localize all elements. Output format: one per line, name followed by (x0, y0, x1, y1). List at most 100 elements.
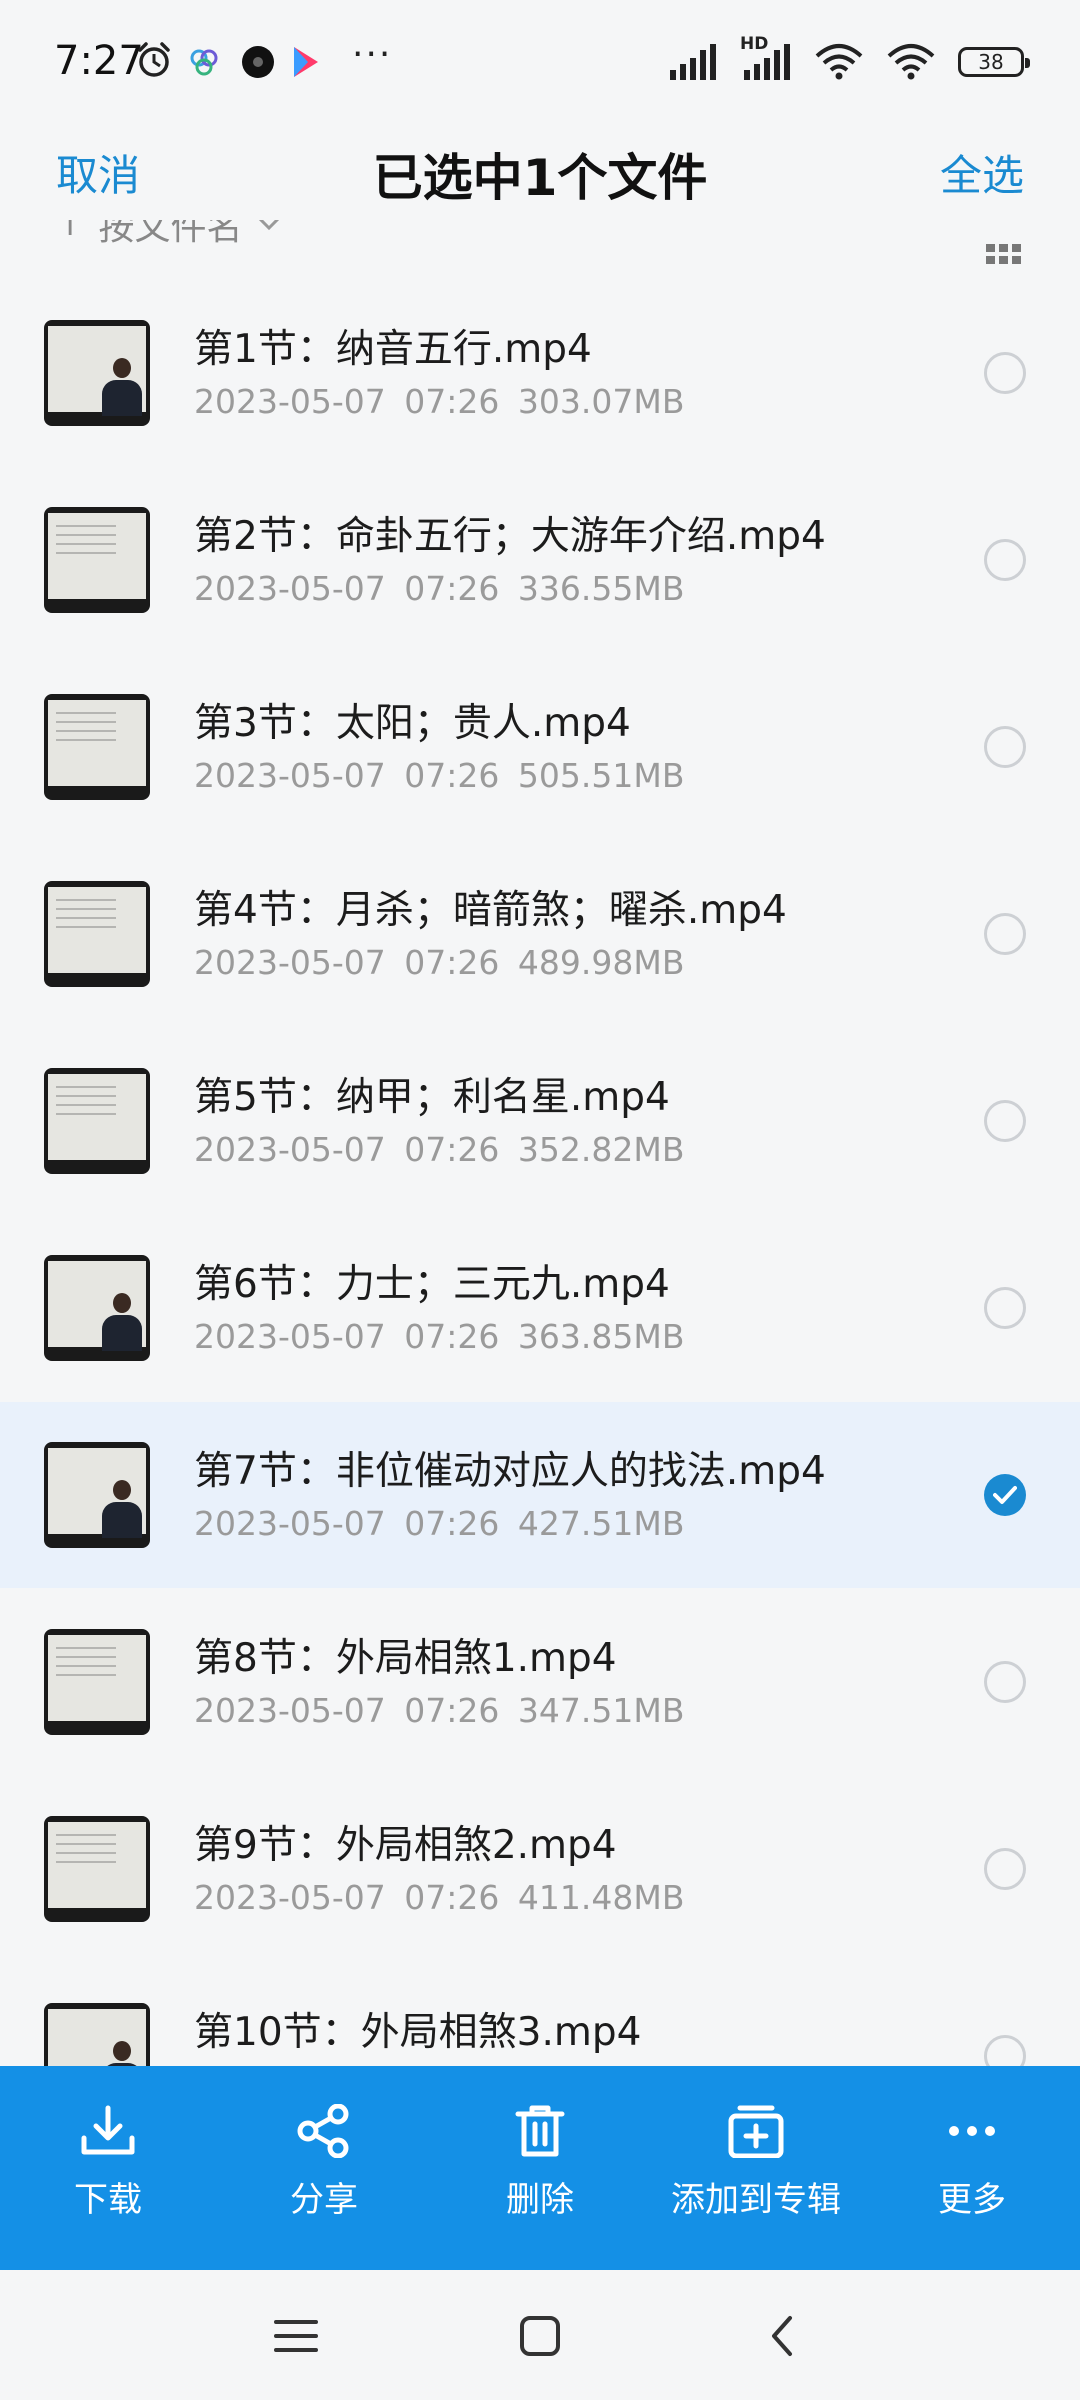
app-notification-icon (190, 49, 218, 76)
file-time: 07:26 (404, 1130, 500, 1169)
file-meta: 2023-05-07 07:26 505.51MB (194, 756, 684, 795)
video-thumbnail (44, 1068, 150, 1174)
file-time: 07:26 (404, 382, 500, 421)
file-size: 336.55MB (517, 569, 685, 608)
trash-icon (515, 2105, 565, 2157)
file-time: 07:26 (404, 756, 500, 795)
file-item[interactable]: 第9节：外局相煞2.mp4 2023-05-07 07:26 411.48MB (0, 1776, 1080, 1962)
video-thumbnail (44, 320, 150, 426)
file-date: 2023-05-07 (194, 756, 386, 795)
file-date: 2023-05-07 (194, 943, 386, 982)
delete-label: 删除 (506, 2180, 574, 2220)
file-name: 第10节：外局相煞3.mp4 (194, 2010, 642, 2055)
file-date: 2023-05-07 (194, 1317, 386, 1356)
file-date: 2023-05-07 (194, 1130, 386, 1169)
select-checkbox[interactable] (984, 913, 1026, 955)
grid-view-icon[interactable] (986, 242, 1022, 266)
file-meta: 2023-05-07 07:26 336.55MB (194, 569, 684, 608)
status-time: 7:27 (54, 38, 144, 84)
file-date: 2023-05-07 (194, 569, 386, 608)
file-meta: 2023-05-07 07:26 427.51MB (194, 1504, 684, 1543)
chevron-down-icon (258, 220, 279, 231)
video-thumbnail (44, 1629, 150, 1735)
video-app-icon (294, 47, 318, 77)
select-checkbox-checked[interactable] (984, 1474, 1026, 1516)
screen: 7:27 ··· HD 38 取消 已选中1个文件 全选 ↑ 按文件名 第1节：… (0, 0, 1080, 2400)
file-size: 427.51MB (517, 1504, 685, 1543)
file-name: 第4节：月杀；暗箭煞；曜杀.mp4 (194, 888, 787, 933)
title-bar: 取消 已选中1个文件 全选 (0, 120, 1080, 220)
file-item[interactable]: 第4节：月杀；暗箭煞；曜杀.mp4 2023-05-07 07:26 489.9… (0, 841, 1080, 1027)
file-name: 第7节：非位催动对应人的找法.mp4 (194, 1449, 826, 1494)
select-checkbox[interactable] (984, 1661, 1026, 1703)
file-item[interactable]: 第6节：力士；三元九.mp4 2023-05-07 07:26 363.85MB (0, 1215, 1080, 1401)
video-thumbnail (44, 694, 150, 800)
file-size: 363.85MB (517, 1317, 685, 1356)
file-name: 第6节：力士；三元九.mp4 (194, 1262, 670, 1307)
file-date: 2023-05-07 (194, 1878, 386, 1917)
select-checkbox[interactable] (984, 2035, 1026, 2066)
select-all-button[interactable]: 全选 (940, 142, 1024, 203)
video-thumbnail (44, 507, 150, 613)
file-size: 303.07MB (517, 382, 685, 421)
action-bar: 下载 分享 删除 添加到专辑 更多 (0, 2066, 1080, 2270)
select-checkbox[interactable] (984, 1848, 1026, 1890)
alarm-icon (138, 42, 170, 77)
video-thumbnail (44, 881, 150, 987)
file-name: 第3节：太阳；贵人.mp4 (194, 701, 631, 746)
page-title: 已选中1个文件 (372, 149, 708, 207)
file-name: 第2节：命卦五行；大游年介绍.mp4 (194, 514, 826, 559)
download-button[interactable]: 下载 (0, 2066, 216, 2270)
file-item[interactable]: 第3节：太阳；贵人.mp4 2023-05-07 07:26 505.51MB (0, 654, 1080, 840)
file-time: 07:26 (404, 1878, 500, 1917)
file-meta: 2023-05-07 07:26 363.85MB (194, 1317, 684, 1356)
add-to-album-label: 添加到专辑 (671, 2180, 841, 2220)
more-notifications-icon: ··· (352, 34, 393, 75)
file-item[interactable]: 第1节：纳音五行.mp4 2023-05-07 07:26 303.07MB (0, 280, 1080, 466)
video-thumbnail (44, 1816, 150, 1922)
sort-row: ↑ 按文件名 (0, 220, 1080, 276)
select-checkbox[interactable] (984, 1287, 1026, 1329)
file-size: 352.82MB (517, 1130, 685, 1169)
file-item[interactable]: 第10节：外局相煞3.mp4 (0, 1963, 1080, 2066)
file-size: 347.51MB (517, 1691, 685, 1730)
recent-apps-icon[interactable] (272, 2314, 320, 2358)
file-name: 第9节：外局相煞2.mp4 (194, 1823, 617, 1868)
file-date: 2023-05-07 (194, 1691, 386, 1730)
more-label: 更多 (938, 2180, 1006, 2220)
share-button[interactable]: 分享 (216, 2066, 432, 2270)
file-size: 505.51MB (517, 756, 685, 795)
home-icon[interactable] (518, 2314, 562, 2358)
select-checkbox[interactable] (984, 726, 1026, 768)
sort-dropdown[interactable]: ↑ 按文件名 (56, 220, 281, 250)
file-item-selected[interactable]: 第7节：非位催动对应人的找法.mp4 2023-05-07 07:26 427.… (0, 1402, 1080, 1588)
select-checkbox[interactable] (984, 539, 1026, 581)
back-icon[interactable] (766, 2314, 798, 2358)
file-meta: 2023-05-07 07:26 352.82MB (194, 1130, 684, 1169)
file-item[interactable]: 第5节：纳甲；利名星.mp4 2023-05-07 07:26 352.82MB (0, 1028, 1080, 1214)
file-meta: 2023-05-07 07:26 347.51MB (194, 1691, 684, 1730)
file-name: 第5节：纳甲；利名星.mp4 (194, 1075, 670, 1120)
add-to-album-icon (728, 2105, 784, 2158)
file-size: 489.98MB (517, 943, 685, 982)
file-item[interactable]: 第2节：命卦五行；大游年介绍.mp4 2023-05-07 07:26 336.… (0, 467, 1080, 653)
system-nav-bar (0, 2270, 1080, 2400)
file-item[interactable]: 第8节：外局相煞1.mp4 2023-05-07 07:26 347.51MB (0, 1589, 1080, 1775)
file-time: 07:26 (404, 1691, 500, 1730)
download-icon (81, 2105, 135, 2155)
wifi-icon (887, 44, 935, 80)
file-time: 07:26 (404, 569, 500, 608)
hd-signal-icon: HD (740, 34, 792, 82)
video-thumbnail (44, 1255, 150, 1361)
status-bar: 7:27 ··· HD 38 (0, 0, 1080, 120)
select-checkbox[interactable] (984, 352, 1026, 394)
file-time: 07:26 (404, 943, 500, 982)
file-time: 07:26 (404, 1317, 500, 1356)
select-checkbox[interactable] (984, 1100, 1026, 1142)
delete-button[interactable]: 删除 (432, 2066, 648, 2270)
video-thumbnail (44, 2003, 150, 2066)
video-thumbnail (44, 1442, 150, 1548)
more-button[interactable]: 更多 (864, 2066, 1080, 2270)
add-to-album-button[interactable]: 添加到专辑 (648, 2066, 864, 2270)
app-notification-icon (242, 46, 274, 78)
